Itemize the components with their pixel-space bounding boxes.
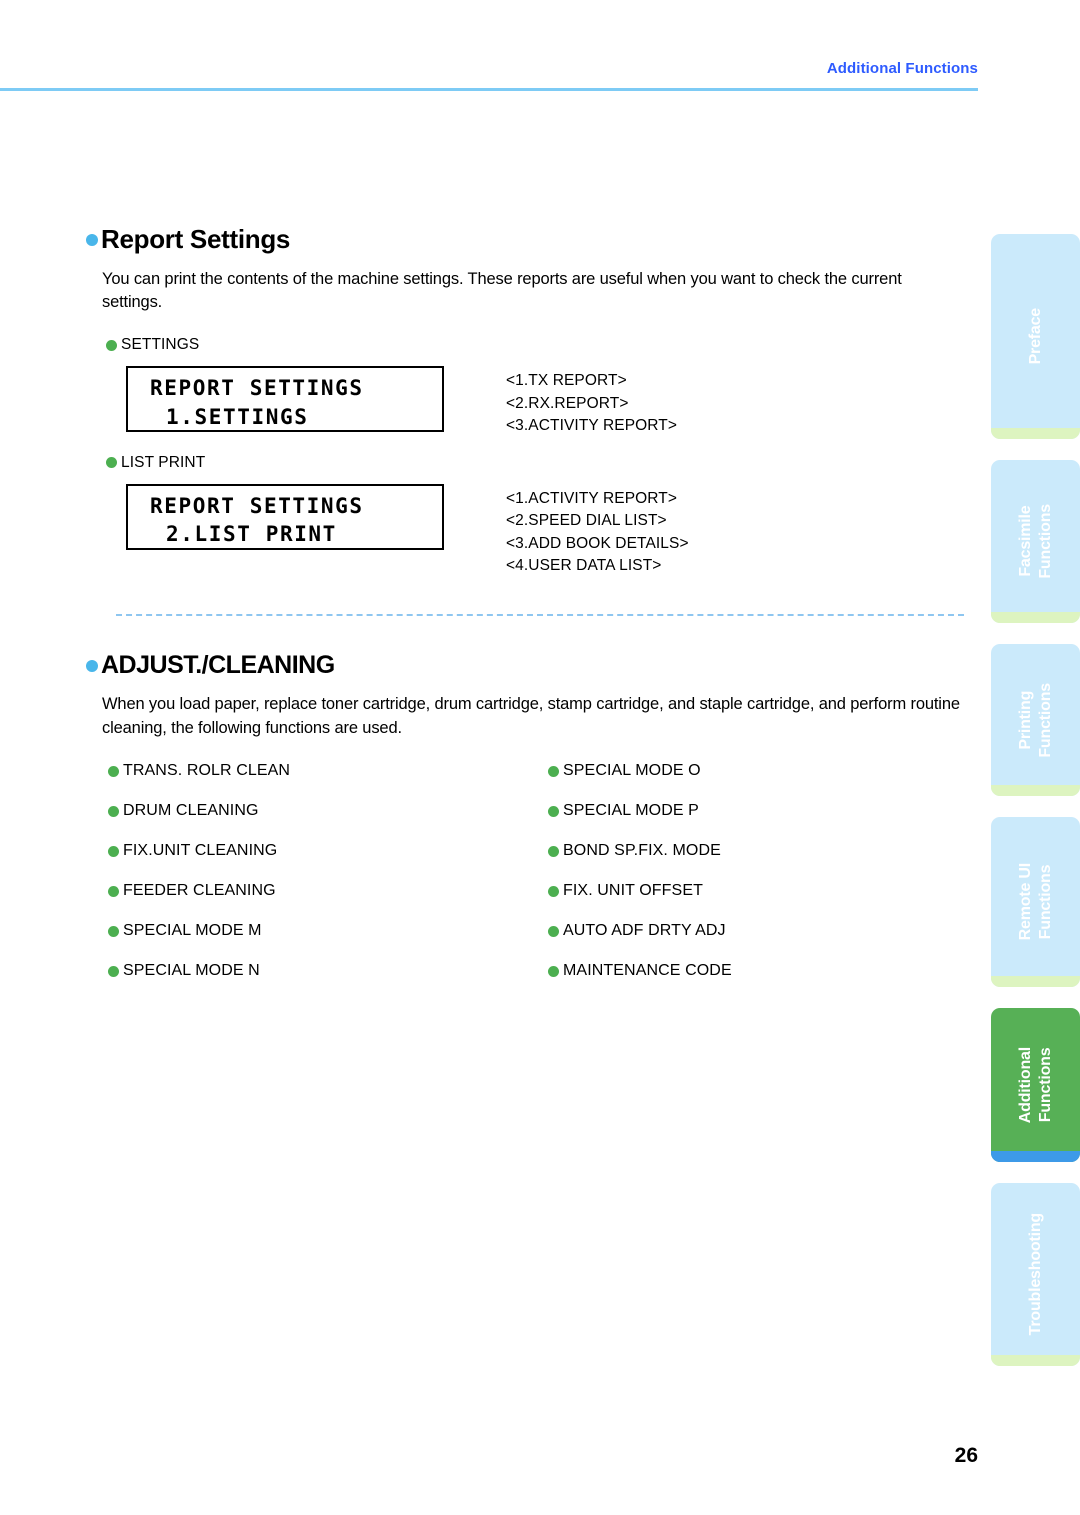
green-bullet-icon — [108, 765, 119, 777]
lcd-display-settings: REPORT SETTINGS 1.SETTINGS — [126, 366, 444, 433]
green-bullet-icon — [108, 805, 119, 817]
side-tab-troubleshooting[interactable]: Troubleshooting — [991, 1183, 1080, 1366]
side-tab-strip — [991, 976, 1080, 987]
side-tab-printing-functions[interactable]: Printing Functions — [991, 644, 1080, 796]
list-item-label: SPECIAL MODE O — [563, 762, 701, 780]
list-item-label: FIX. UNIT OFFSET — [563, 882, 703, 900]
lcd-row-list-print: REPORT SETTINGS 2.LIST PRINT <1.ACTIVITY… — [86, 483, 966, 578]
list-item-label: AUTO ADF DRTY ADJ — [563, 922, 726, 940]
side-tab-strip — [991, 612, 1080, 623]
list-item: BOND SP.FIX. MODE — [548, 842, 732, 860]
green-bullet-icon — [548, 885, 559, 897]
green-bullet-icon — [108, 885, 119, 897]
blue-bullet-icon — [86, 234, 98, 247]
group-label-list-print: LIST PRINT — [106, 454, 966, 472]
side-tab-strip — [991, 785, 1080, 796]
menu-item: <3.ACTIVITY REPORT> — [506, 417, 678, 435]
lcd-line-secondary: 2.LIST PRINT — [166, 522, 337, 547]
lcd-row-settings: REPORT SETTINGS 1.SETTINGS <1.TX REPORT>… — [86, 366, 966, 437]
menu-item: <1.TX REPORT> — [506, 372, 627, 390]
function-list-right-column: SPECIAL MODE O SPECIAL MODE P BOND SP.FI… — [548, 762, 732, 1002]
green-bullet-icon — [108, 925, 119, 937]
menu-item: <2.RX.REPORT> — [506, 394, 629, 412]
section-title: Report Settings — [101, 224, 291, 254]
page-header-title: Additional Functions — [826, 60, 978, 77]
header-divider-rule — [0, 88, 978, 91]
green-bullet-icon — [548, 765, 559, 777]
green-bullet-icon — [548, 805, 559, 817]
menu-item: <2.SPEED DIAL LIST> — [506, 512, 667, 530]
green-bullet-icon — [108, 845, 119, 857]
list-item: FIX.UNIT CLEANING — [108, 842, 548, 860]
side-tab-label: Printing Functions — [1016, 682, 1054, 758]
side-tab-strip — [991, 1355, 1080, 1366]
green-bullet-icon — [548, 965, 559, 977]
green-bullet-icon — [106, 457, 117, 469]
group-label-settings: SETTINGS — [106, 336, 966, 354]
section-heading-adjust-cleaning: ADJUST./CLEANING — [86, 650, 966, 680]
list-item-label: MAINTENANCE CODE — [563, 962, 732, 980]
list-item-label: DRUM CLEANING — [123, 802, 259, 820]
menu-list-list-print: <1.ACTIVITY REPORT> <2.SPEED DIAL LIST> … — [506, 484, 689, 578]
list-item: SPECIAL MODE P — [548, 802, 732, 820]
side-tab-label: Additional Functions — [1016, 1046, 1054, 1124]
list-item-label: BOND SP.FIX. MODE — [563, 842, 721, 860]
group-label-text: LIST PRINT — [121, 453, 206, 471]
list-item-label: FEEDER CLEANING — [123, 882, 276, 900]
green-bullet-icon — [108, 965, 119, 977]
list-item: MAINTENANCE CODE — [548, 962, 732, 980]
lcd-line-primary: REPORT SETTINGS — [150, 493, 364, 518]
list-item: DRUM CLEANING — [108, 802, 548, 820]
lcd-line-primary: REPORT SETTINGS — [150, 376, 364, 401]
list-item-label: TRANS. ROLR CLEAN — [123, 762, 291, 780]
group-label-text: SETTINGS — [121, 336, 200, 354]
menu-item: <4.USER DATA LIST> — [506, 557, 662, 575]
lcd-display-list-print: REPORT SETTINGS 2.LIST PRINT — [126, 483, 444, 550]
list-item-label: SPECIAL MODE M — [123, 922, 262, 940]
list-item: SPECIAL MODE O — [548, 762, 732, 780]
side-tab-remote-ui-functions[interactable]: Remote UI Functions — [991, 817, 1080, 987]
list-item-label: FIX.UNIT CLEANING — [123, 842, 278, 860]
list-item: SPECIAL MODE N — [108, 962, 548, 980]
section-divider — [116, 613, 964, 616]
green-bullet-icon — [548, 925, 559, 937]
list-item: TRANS. ROLR CLEAN — [108, 762, 548, 780]
side-tab-navigation: Preface Facsimile Functions Printing Fun… — [991, 234, 1080, 1387]
page-number: 26 — [954, 1444, 978, 1467]
menu-list-settings: <1.TX REPORT> <2.RX.REPORT> <3.ACTIVITY … — [506, 366, 677, 437]
side-tab-label: Facsimile Functions — [1016, 504, 1054, 579]
list-item: FEEDER CLEANING — [108, 882, 548, 900]
menu-item: <1.ACTIVITY REPORT> — [506, 489, 678, 507]
function-list-columns: TRANS. ROLR CLEAN DRUM CLEANING FIX.UNIT… — [108, 762, 966, 1002]
lcd-line-secondary: 1.SETTINGS — [166, 404, 309, 429]
side-tab-label: Troubleshooting — [1026, 1213, 1044, 1336]
manual-page: Additional Functions Report Settings You… — [0, 0, 1080, 1515]
list-item: SPECIAL MODE M — [108, 922, 548, 940]
side-tab-strip — [991, 428, 1080, 439]
list-item-label: SPECIAL MODE P — [563, 802, 699, 820]
green-bullet-icon — [106, 339, 117, 351]
section-title: ADJUST./CLEANING — [101, 650, 335, 679]
page-content: Report Settings You can print the conten… — [86, 225, 966, 1002]
menu-item: <3.ADD BOOK DETAILS> — [506, 534, 689, 552]
section-heading-report-settings: Report Settings — [86, 225, 966, 254]
side-tab-strip — [991, 1151, 1080, 1162]
side-tab-label: Preface — [1026, 308, 1044, 365]
function-list-left-column: TRANS. ROLR CLEAN DRUM CLEANING FIX.UNIT… — [108, 762, 548, 1002]
blue-bullet-icon — [86, 660, 98, 673]
side-tab-additional-functions[interactable]: Additional Functions — [991, 1008, 1080, 1162]
side-tab-preface[interactable]: Preface — [991, 234, 1080, 439]
list-item: AUTO ADF DRTY ADJ — [548, 922, 732, 940]
section-paragraph-adjust-cleaning: When you load paper, replace toner cartr… — [102, 695, 960, 737]
list-item-label: SPECIAL MODE N — [123, 962, 260, 980]
green-bullet-icon — [548, 845, 559, 857]
side-tab-facsimile-functions[interactable]: Facsimile Functions — [991, 460, 1080, 623]
side-tab-label: Remote UI Functions — [1016, 863, 1054, 941]
section-paragraph-report-settings: You can print the contents of the machin… — [102, 269, 902, 312]
list-item: FIX. UNIT OFFSET — [548, 882, 732, 900]
